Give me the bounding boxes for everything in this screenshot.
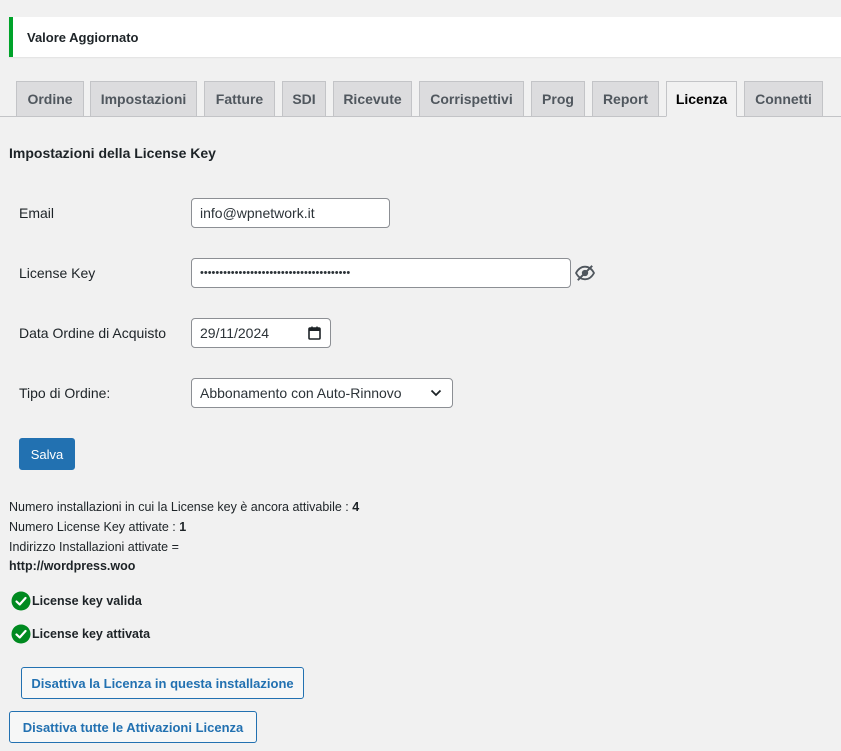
- email-field[interactable]: info@wpnetwork.it: [191, 198, 390, 228]
- tab-fatture[interactable]: Fatture: [204, 81, 275, 116]
- check-circle-icon: [11, 591, 31, 611]
- calendar-icon[interactable]: [308, 326, 321, 340]
- chevron-down-icon: [430, 389, 442, 397]
- order-type-label: Tipo di Ordine:: [19, 385, 111, 401]
- tab-prog[interactable]: Prog: [531, 81, 585, 116]
- order-date-value: 29/11/2024: [200, 325, 270, 341]
- status-valid: License key valida: [11, 591, 142, 611]
- order-type-select[interactable]: Abbonamento con Auto-Rinnovo: [191, 378, 453, 408]
- activated-address-value: http://wordpress.woo: [9, 559, 136, 573]
- tab-report[interactable]: Report: [592, 81, 659, 116]
- save-button[interactable]: Salva: [19, 438, 75, 470]
- license-key-value: •••••••••••••••••••••••••••••••••••••••: [200, 267, 351, 279]
- activated-address-label: Indirizzo Installazioni attivate =: [9, 540, 179, 554]
- success-notice: Valore Aggiornato: [9, 17, 841, 57]
- email-label: Email: [19, 205, 55, 221]
- order-type-value: Abbonamento con Auto-Rinnovo: [200, 385, 402, 401]
- remaining-installations: Numero installazioni in cui la License k…: [9, 500, 360, 514]
- section-title: Impostazioni della License Key: [9, 145, 216, 161]
- activated-count: Numero License Key attivate : 1: [9, 520, 187, 534]
- email-value: info@wpnetwork.it: [200, 205, 315, 221]
- tab-corrispettivi[interactable]: Corrispettivi: [419, 81, 524, 116]
- check-circle-icon: [11, 624, 31, 644]
- tab-licenza[interactable]: Licenza: [666, 81, 737, 117]
- order-date-label: Data Ordine di Acquisto: [19, 325, 167, 341]
- tab-sdi[interactable]: SDI: [282, 81, 326, 116]
- license-key-field[interactable]: •••••••••••••••••••••••••••••••••••••••: [191, 258, 571, 288]
- deactivate-all-button[interactable]: Disattiva tutte le Attivazioni Licenza: [9, 711, 257, 743]
- tab-impostazioni[interactable]: Impostazioni: [90, 81, 197, 116]
- license-key-label: License Key: [19, 265, 96, 281]
- eye-slash-icon[interactable]: [574, 264, 596, 282]
- status-activated: License key attivata: [11, 624, 150, 644]
- tab-ricevute[interactable]: Ricevute: [333, 81, 412, 116]
- tab-connetti[interactable]: Connetti: [744, 81, 823, 116]
- order-date-field[interactable]: 29/11/2024: [191, 318, 331, 348]
- nav-tabs: Ordine Impostazioni Fatture SDI Ricevute…: [0, 81, 841, 117]
- notice-text: Valore Aggiornato: [27, 29, 139, 45]
- tab-ordine[interactable]: Ordine: [16, 81, 84, 116]
- deactivate-this-button[interactable]: Disattiva la Licenza in questa installaz…: [21, 667, 304, 699]
